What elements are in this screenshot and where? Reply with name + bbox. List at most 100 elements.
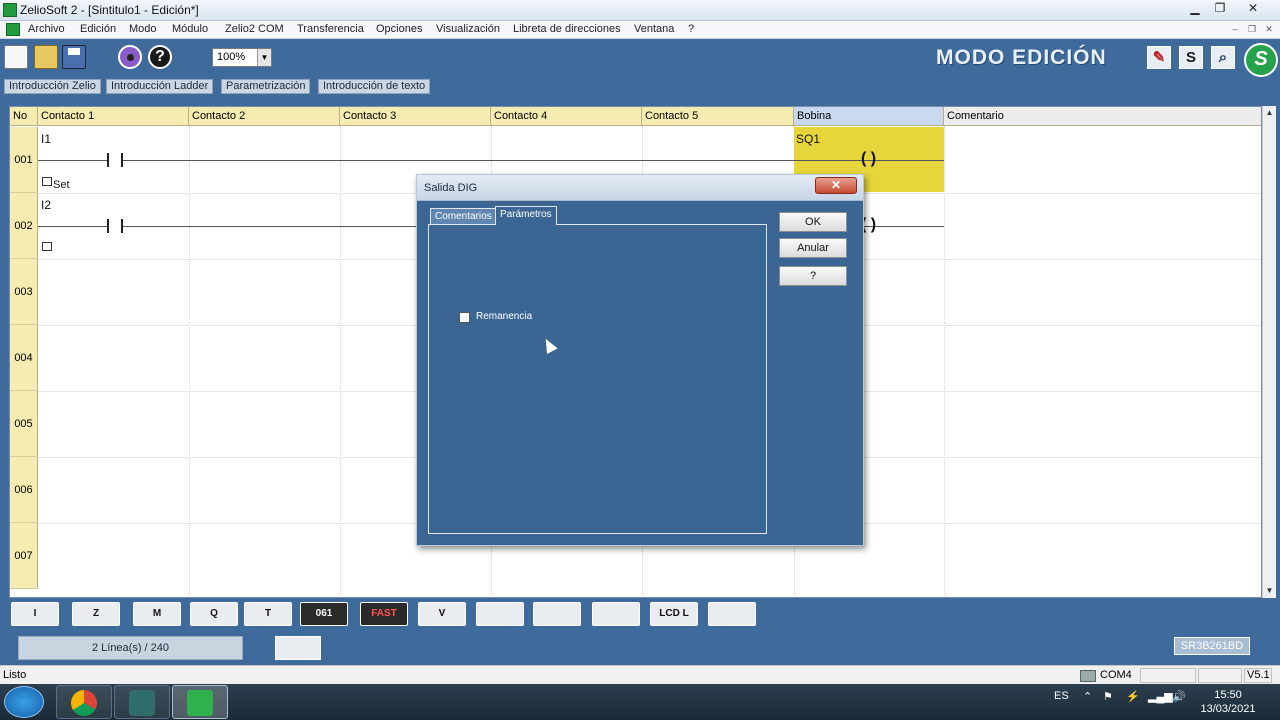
status-bar: Listo COM4 V5.1 bbox=[0, 665, 1280, 684]
coil-icon[interactable]: ( ) bbox=[861, 150, 876, 168]
status-cell bbox=[1198, 668, 1242, 683]
scroll-down-icon[interactable]: ▼ bbox=[1263, 584, 1276, 598]
header-bobina: Bobina bbox=[794, 107, 944, 126]
line-count: 2 Línea(s) / 240 bbox=[18, 636, 243, 660]
dialog-close-button[interactable]: ✕ bbox=[815, 177, 857, 194]
menu-archivo[interactable]: Archivo bbox=[28, 23, 65, 35]
menu-ventana[interactable]: Ventana bbox=[634, 23, 674, 35]
close-window-button[interactable]: ✕ bbox=[1240, 0, 1266, 18]
dialog-title-bar[interactable]: Salida DIG ✕ bbox=[417, 175, 863, 201]
header-contacto-1: Contacto 1 bbox=[38, 107, 189, 126]
row-number: 005 bbox=[10, 391, 38, 457]
mdi-close-button[interactable]: ✕ bbox=[1262, 23, 1276, 36]
menu-help[interactable]: ? bbox=[688, 23, 694, 35]
tab-comentarios[interactable]: Comentarios bbox=[430, 208, 497, 225]
search-icon[interactable]: ⌕ bbox=[1211, 46, 1235, 69]
zelio-logo-icon: S bbox=[1244, 43, 1278, 77]
menu-zelio2com[interactable]: Zelio2 COM bbox=[225, 23, 284, 35]
contact-label-i2[interactable]: I2 bbox=[41, 198, 51, 212]
mouse-cursor-icon bbox=[540, 336, 558, 354]
open-folder-icon[interactable] bbox=[34, 45, 58, 69]
palette-input-icon[interactable]: I bbox=[11, 602, 59, 626]
help-icon[interactable]: ? bbox=[148, 45, 172, 69]
start-button[interactable] bbox=[4, 686, 44, 718]
tab-parametrizacion[interactable]: Parametrización bbox=[221, 79, 311, 94]
signal-icon[interactable]: ▂▄▆ bbox=[1148, 690, 1173, 703]
minimize-button[interactable]: ▁ bbox=[1182, 0, 1208, 18]
palette-comparator-icon[interactable]: V bbox=[418, 602, 466, 626]
tray-up-icon[interactable]: ⌃ bbox=[1083, 690, 1092, 703]
remanencia-checkbox[interactable] bbox=[459, 312, 470, 323]
volume-icon[interactable]: 🔊 bbox=[1172, 690, 1186, 703]
palette-output-icon[interactable]: Q bbox=[190, 602, 238, 626]
tab-introduccion-ladder[interactable]: Introducción Ladder bbox=[106, 79, 214, 94]
maximize-button[interactable]: ❐ bbox=[1207, 0, 1233, 18]
taskbar-zeliosoft[interactable] bbox=[172, 685, 228, 719]
menu-opciones[interactable]: Opciones bbox=[376, 23, 422, 35]
tab-introduccion-texto[interactable]: Introducción de texto bbox=[318, 79, 431, 94]
power-icon[interactable]: ⚡ bbox=[1126, 690, 1140, 703]
app-icon bbox=[3, 3, 17, 17]
menu-modo[interactable]: Modo bbox=[129, 23, 157, 35]
row-number: 002 bbox=[10, 193, 38, 259]
no-contact-icon[interactable] bbox=[107, 219, 123, 233]
ok-button[interactable]: OK bbox=[779, 212, 847, 232]
version: V5.1 bbox=[1244, 668, 1272, 683]
tab-parametros[interactable]: Parámetros bbox=[495, 206, 557, 225]
vertical-scrollbar[interactable]: ▲ ▼ bbox=[1262, 106, 1276, 598]
scroll-up-icon[interactable]: ▲ bbox=[1263, 106, 1276, 120]
set-label: Set bbox=[53, 179, 70, 191]
chrome-icon bbox=[71, 690, 97, 716]
no-contact-icon[interactable] bbox=[107, 153, 123, 167]
palette-counter-icon[interactable]: 061 bbox=[300, 602, 348, 626]
column-separator bbox=[944, 126, 945, 597]
palette-clock-icon[interactable] bbox=[533, 602, 581, 626]
flag-icon[interactable]: ⚑ bbox=[1103, 690, 1113, 703]
row-number: 001 bbox=[10, 127, 38, 193]
clock[interactable]: 15:50 13/03/2021 bbox=[1192, 688, 1264, 716]
view-eye-icon[interactable] bbox=[118, 45, 142, 69]
help-button[interactable]: ? bbox=[779, 266, 847, 286]
window-title: ZelioSoft 2 - [Sintitulo1 - Edición*] bbox=[20, 3, 199, 17]
tab-introduccion-zelio[interactable]: Introducción Zelio bbox=[4, 79, 101, 94]
taskbar-chrome[interactable] bbox=[56, 685, 112, 719]
contact-label-i1[interactable]: I1 bbox=[41, 132, 51, 146]
app-icon bbox=[129, 690, 155, 716]
palette-lcd-icon[interactable]: LCD L bbox=[650, 602, 698, 626]
palette-relay-icon[interactable]: M bbox=[133, 602, 181, 626]
column-separator bbox=[189, 126, 190, 597]
mdi-minimize-button[interactable]: – bbox=[1228, 23, 1242, 36]
anular-button[interactable]: Anular bbox=[779, 238, 847, 258]
menu-libreta[interactable]: Libreta de direcciones bbox=[513, 23, 621, 35]
set-checkbox-icon bbox=[42, 177, 52, 186]
coil-label-sq1[interactable]: SQ1 bbox=[796, 132, 820, 146]
save-icon[interactable] bbox=[62, 45, 86, 69]
row-number: 007 bbox=[10, 523, 38, 589]
rung-line bbox=[38, 160, 944, 161]
palette-backlight-icon[interactable] bbox=[708, 602, 756, 626]
palette-zx-key-icon[interactable]: Z bbox=[72, 602, 120, 626]
zoom-select[interactable]: 100% ▼ bbox=[212, 48, 272, 67]
title-bar: ZelioSoft 2 - [Sintitulo1 - Edición*] ▁ … bbox=[0, 0, 1280, 21]
mdi-restore-button[interactable]: ❐ bbox=[1245, 23, 1259, 36]
new-file-icon[interactable] bbox=[4, 45, 28, 69]
menu-visualizacion[interactable]: Visualización bbox=[436, 23, 500, 35]
palette-fast-counter-icon[interactable]: FAST bbox=[360, 602, 408, 626]
clock-date: 13/03/2021 bbox=[1200, 703, 1256, 715]
palette-analog-icon[interactable] bbox=[476, 602, 524, 626]
remanencia-label[interactable]: Remanencia bbox=[476, 311, 532, 322]
menu-edicion[interactable]: Edición bbox=[80, 23, 116, 35]
module-model: SR3B261BD bbox=[1174, 637, 1250, 655]
palette-timer-icon[interactable]: T bbox=[244, 602, 292, 626]
menu-transferencia[interactable]: Transferencia bbox=[297, 23, 364, 35]
edit-mode-icon[interactable]: ✎ bbox=[1147, 46, 1171, 69]
taskbar-app[interactable] bbox=[114, 685, 170, 719]
chevron-down-icon[interactable]: ▼ bbox=[257, 49, 271, 66]
simulation-s-icon[interactable]: S bbox=[1179, 46, 1203, 69]
network-icon[interactable] bbox=[275, 636, 321, 660]
row-number: 004 bbox=[10, 325, 38, 391]
palette-text-icon[interactable] bbox=[592, 602, 640, 626]
menu-modulo[interactable]: Módulo bbox=[172, 23, 208, 35]
language-indicator[interactable]: ES bbox=[1054, 690, 1069, 702]
message-icon bbox=[42, 242, 52, 251]
